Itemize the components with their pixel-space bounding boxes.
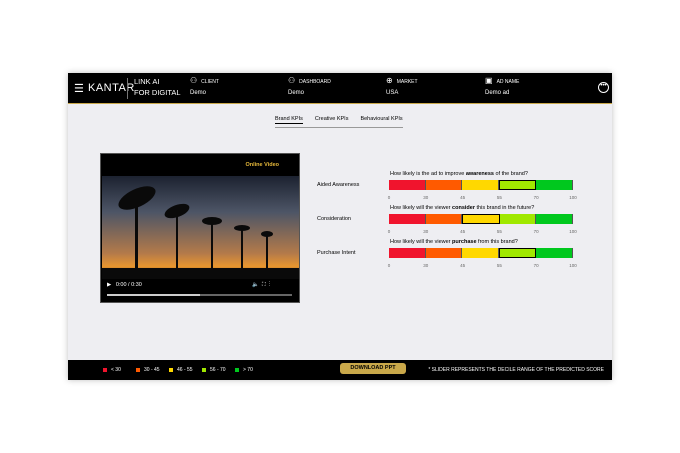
legend-swatch	[136, 368, 140, 372]
kpi-label: Aided Awareness	[317, 182, 360, 188]
slider-note: * SLIDER REPRESENTS THE DECILE RANGE OF …	[428, 367, 604, 373]
legend-item: < 30	[103, 367, 121, 373]
tab-creative-kpis[interactable]: Creative KPIs	[315, 116, 349, 124]
kpi-label: Purchase Intent	[317, 250, 356, 256]
legend-item: 30 - 45	[136, 367, 160, 373]
more-icon[interactable]: ⋮	[269, 282, 270, 288]
tab-behavioural-kpis[interactable]: Behavioural KPIs	[360, 116, 402, 124]
score-slider[interactable]	[498, 180, 537, 190]
dashboard-icon: ⚇	[288, 76, 296, 85]
tick-label: 55	[496, 263, 502, 268]
kpi-question: How likely will the viewer purchase from…	[390, 239, 518, 245]
score-slider[interactable]	[498, 248, 537, 258]
more-options-icon[interactable]: •••	[598, 82, 609, 93]
legend-item: > 70	[235, 367, 253, 373]
video-player[interactable]: Online Video ▶ 0:00 / 0:30 🔈 ⛶ ⋮	[100, 153, 300, 303]
ad-icon: ▣	[485, 76, 493, 85]
tick-label: 0	[387, 195, 391, 200]
video-frame[interactable]	[102, 176, 299, 279]
score-slider[interactable]	[462, 214, 500, 224]
client-section[interactable]: ⚇ CLIENT Demo	[190, 76, 219, 96]
kpi-score-bar	[389, 214, 573, 224]
bar-segment	[389, 180, 426, 190]
tab-brand-kpis[interactable]: Brand KPIs	[275, 116, 303, 124]
bar-segment	[536, 248, 573, 258]
menu-icon[interactable]: ☰	[74, 82, 84, 95]
tick-label: 0	[387, 229, 391, 234]
globe-icon: ⊕	[386, 76, 393, 85]
tick-label: 70	[533, 263, 539, 268]
bar-segment	[425, 180, 463, 190]
tick-label: 45	[460, 229, 466, 234]
tick-label: 100	[569, 195, 577, 200]
ad-name-section[interactable]: ▣ AD NAME Demo ad	[485, 76, 519, 96]
legend-swatch	[235, 368, 239, 372]
legend-swatch	[103, 368, 107, 372]
legend-item: 56 - 70	[202, 367, 226, 373]
kpi-question: How likely will the viewer consider this…	[390, 205, 535, 211]
tick-label: 45	[460, 263, 466, 268]
video-time: 0:00 / 0:30	[115, 282, 142, 288]
tick-label: 55	[496, 195, 502, 200]
video-progress-bar[interactable]	[107, 294, 292, 296]
tick-label: 70	[533, 229, 539, 234]
kpi-question: How likely is the ad to improve awarenes…	[390, 171, 528, 177]
header: ☰ KANTAR LINK AI FOR DIGITAL ⚇ CLIENT Demo …	[68, 73, 612, 104]
download-ppt-button[interactable]: DOWNLOAD PPT	[340, 363, 406, 374]
tick-label: 100	[569, 263, 577, 268]
tick-label: 45	[460, 195, 466, 200]
app-window: ☰ KANTAR LINK AI FOR DIGITAL ⚇ CLIENT Demo …	[68, 73, 612, 380]
dashboard-section[interactable]: ⚇ DASHBOARD Demo	[288, 76, 331, 96]
kpi-tabs: Brand KPIs Creative KPIs Behavioural KPI…	[275, 116, 403, 128]
kpi-score-bar	[389, 248, 573, 258]
fullscreen-icon[interactable]: ⛶	[262, 282, 266, 288]
play-icon[interactable]: ▶	[107, 282, 111, 288]
legend-swatch	[202, 368, 206, 372]
bar-segment	[425, 214, 463, 224]
tick-label: 30	[423, 195, 429, 200]
divider	[127, 78, 128, 99]
bar-segment	[462, 248, 499, 258]
bar-segment	[425, 248, 463, 258]
footer: < 30 30 - 45 46 - 55 56 - 70 > 70 DOWNLOAD P…	[68, 360, 612, 380]
market-section[interactable]: ⊕ MARKET USA	[386, 76, 418, 96]
kpi-label: Consideration	[317, 216, 351, 222]
product-name: LINK AI FOR DIGITAL	[134, 77, 181, 97]
legend-item: 46 - 55	[169, 367, 193, 373]
video-controls: ▶ 0:00 / 0:30 🔈 ⛶ ⋮	[107, 282, 270, 288]
bar-segment	[389, 248, 426, 258]
tick-label: 30	[423, 263, 429, 268]
bar-segment	[462, 180, 499, 190]
bar-segment	[536, 180, 573, 190]
people-icon: ⚇	[190, 76, 198, 85]
volume-icon[interactable]: 🔈	[252, 282, 259, 288]
bar-segment	[389, 214, 426, 224]
tick-label: 0	[387, 263, 391, 268]
video-title: Online Video	[245, 162, 279, 168]
bar-segment	[536, 214, 573, 224]
kpi-score-bar	[389, 180, 573, 190]
tick-label: 55	[496, 229, 502, 234]
satellite-dishes-image	[102, 186, 299, 279]
tick-label: 30	[423, 229, 429, 234]
tick-label: 100	[569, 229, 577, 234]
legend-swatch	[169, 368, 173, 372]
tick-label: 70	[533, 195, 539, 200]
bar-segment	[499, 214, 537, 224]
